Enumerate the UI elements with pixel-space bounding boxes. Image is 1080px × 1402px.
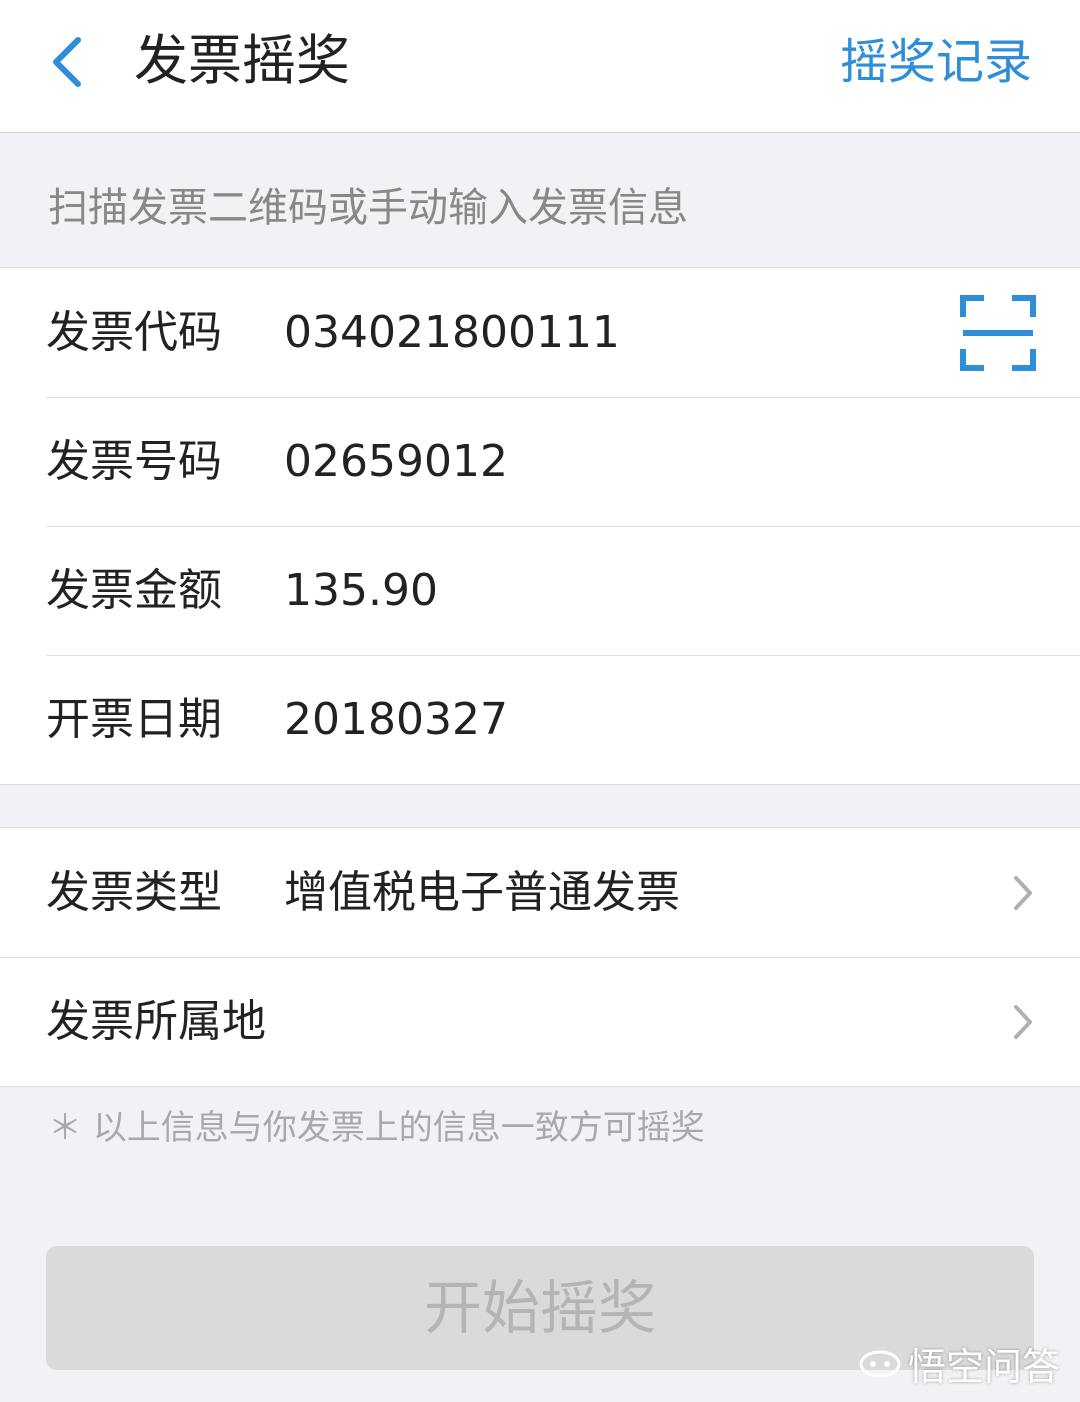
scan-hint-text: 扫描发票二维码或手动输入发票信息 <box>48 185 688 231</box>
invoice-type-label: 发票类型 <box>46 867 222 918</box>
lottery-records-link[interactable]: 摇奖记录 <box>840 32 1032 92</box>
back-chevron-icon[interactable] <box>40 32 100 92</box>
invoice-amount-input[interactable]: 135.90 <box>284 526 438 655</box>
info-note: ＊ 以上信息与你发票上的信息一致方可摇奖 <box>48 1108 705 1148</box>
invoice-region-row[interactable]: 发票所属地 <box>0 957 1080 1086</box>
page-title: 发票摇奖 <box>134 29 350 92</box>
chevron-right-icon <box>1014 876 1032 910</box>
chevron-right-icon <box>1014 1005 1032 1039</box>
invoice-amount-label: 发票金额 <box>46 565 222 616</box>
invoice-code-label: 发票代码 <box>46 307 222 358</box>
watermark-text: 悟空问答 <box>907 1345 1060 1389</box>
invoice-code-row[interactable]: 发票代码 034021800111 <box>0 268 1080 397</box>
invoice-select-group: 发票类型 增值税电子普通发票 发票所属地 <box>0 827 1080 1087</box>
nav-bar: 发票摇奖 摇奖记录 <box>0 0 1080 133</box>
watermark: 悟空问答 <box>858 1336 1060 1391</box>
invoice-date-input[interactable]: 20180327 <box>284 655 508 784</box>
invoice-region-label: 发票所属地 <box>46 996 266 1047</box>
invoice-type-value: 增值税电子普通发票 <box>284 867 680 918</box>
invoice-amount-row[interactable]: 发票金额 135.90 <box>0 526 1080 655</box>
invoice-date-label: 开票日期 <box>46 694 222 745</box>
invoice-date-row[interactable]: 开票日期 20180327 <box>0 655 1080 784</box>
scan-icon[interactable] <box>960 295 1036 371</box>
watermark-logo-icon <box>859 1350 901 1377</box>
invoice-number-label: 发票号码 <box>46 436 222 487</box>
invoice-number-input[interactable]: 02659012 <box>284 397 508 526</box>
invoice-type-row[interactable]: 发票类型 增值税电子普通发票 <box>0 828 1080 957</box>
invoice-number-row[interactable]: 发票号码 02659012 <box>0 397 1080 526</box>
invoice-code-input[interactable]: 034021800111 <box>284 268 620 397</box>
invoice-info-group: 发票代码 034021800111 发票号码 02659012 发票金额 135… <box>0 267 1080 785</box>
